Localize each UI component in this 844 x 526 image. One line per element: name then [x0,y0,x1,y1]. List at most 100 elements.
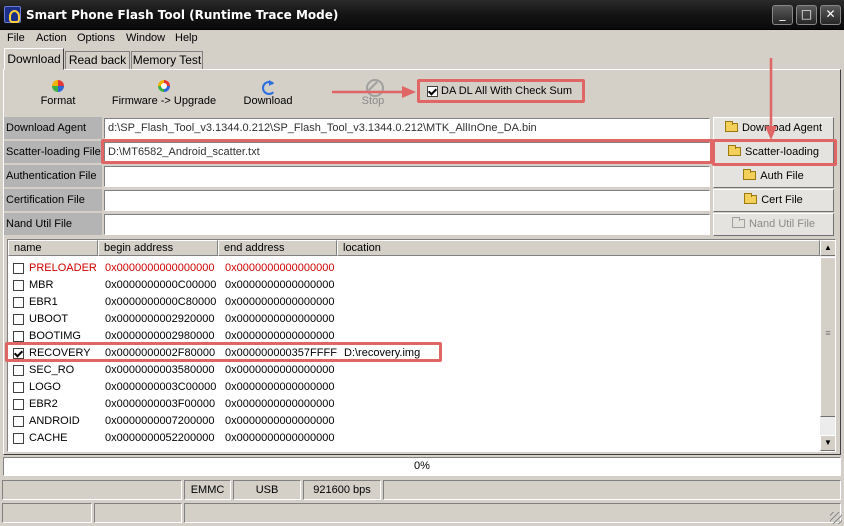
app-logo-icon [4,6,21,23]
row-checkbox[interactable] [13,399,24,410]
partition-name: EBR2 [29,398,58,410]
column-name[interactable]: name [8,240,98,256]
table-row[interactable]: RECOVERY 0x0000000002F80000 0x000000000357… [8,345,820,362]
scroll-thumb[interactable]: ≡ [820,257,835,417]
resize-grip-icon[interactable] [830,512,842,524]
tab-read-back[interactable]: Read back [65,51,130,69]
partition-name: ANDROID [29,415,80,427]
begin-address: 0x0000000002F80000 [105,347,216,359]
title-bar[interactable]: Smart Phone Flash Tool (Runtime Trace Mo… [0,0,844,30]
tab-memory-test[interactable]: Memory Test [131,51,203,69]
format-button[interactable]: Format [36,79,80,107]
download-agent-field[interactable]: d:\SP_Flash_Tool_v3.1344.0.212\SP_Flash_… [104,118,710,139]
scatter-loading-label: Scatter-loading File [4,141,102,163]
status-panel [383,480,841,500]
firmware-upgrade-label: Firmware -> Upgrade [111,95,217,107]
scroll-down-icon[interactable]: ▼ [820,435,835,451]
row-checkbox[interactable] [13,263,24,274]
download-button[interactable]: Download [240,79,296,107]
table-row[interactable]: UBOOT 0x0000000002920000 0x000000000000000… [8,311,820,328]
download-label: Download [243,95,293,107]
tab-download[interactable]: Download [4,48,64,70]
folder-icon [724,121,738,132]
progress-text: 0% [414,460,430,472]
partition-name: RECOVERY [29,347,91,359]
row-checkbox[interactable] [13,365,24,376]
table-row[interactable]: LOGO 0x0000000003C00000 0x0000000000000000 [8,379,820,396]
end-address: 0x0000000000000000 [225,313,335,325]
cert-file-button[interactable]: Cert File [713,189,834,212]
row-checkbox[interactable] [13,416,24,427]
row-checkbox[interactable] [13,314,24,325]
end-address: 0x000000000357FFFF [225,347,337,359]
partition-name: LOGO [29,381,61,393]
status-panel [2,480,182,500]
partition-name: MBR [29,279,54,291]
row-checkbox[interactable] [13,433,24,444]
list-header: name begin address end address location [8,240,820,256]
begin-address: 0x0000000002920000 [105,313,215,325]
format-icon [51,79,65,93]
scroll-up-icon[interactable]: ▲ [820,240,835,256]
status-panel [184,503,841,523]
menu-window[interactable]: Window [126,32,165,44]
progress-bar: 0% [3,457,841,476]
row-checkbox[interactable] [13,331,24,342]
partition-name: EBR1 [29,296,58,308]
begin-address: 0x0000000000000000 [105,262,215,274]
begin-address: 0x0000000002980000 [105,330,215,342]
auth-file-field[interactable] [104,166,710,187]
nand-util-button[interactable]: Nand Util File [713,213,834,236]
column-end-address[interactable]: end address [218,240,337,256]
auth-file-button[interactable]: Auth File [713,165,834,188]
partition-name: SEC_RO [29,364,75,376]
end-address: 0x0000000000000000 [225,398,335,410]
download-agent-button[interactable]: Download Agent [713,117,834,140]
folder-icon [728,145,741,156]
table-row[interactable]: SEC_RO 0x0000000003580000 0x00000000000000… [8,362,820,379]
status-baud: 921600 bps [303,480,381,500]
scatter-loading-field[interactable]: D:\MT6582_Android_scatter.txt [104,142,710,163]
column-location[interactable]: location [337,240,820,256]
firmware-upgrade-button[interactable]: Firmware -> Upgrade [110,79,218,107]
end-address: 0x0000000000000000 [225,432,335,444]
auth-file-label: Authentication File [4,165,102,187]
menu-options[interactable]: Options [77,32,115,44]
row-checkbox[interactable] [13,280,24,291]
table-row[interactable]: PRELOADER 0x0000000000000000 0x00000000000… [8,260,820,277]
partition-list[interactable]: name begin address end address location … [7,239,836,452]
nand-util-field[interactable] [104,214,710,235]
row-checkbox[interactable] [13,348,24,359]
minimize-button[interactable]: _ [772,5,793,25]
table-row[interactable]: EBR2 0x0000000003F00000 0x0000000000000000 [8,396,820,413]
column-begin-address[interactable]: begin address [98,240,218,256]
scatter-loading-button[interactable]: Scatter-loading [713,141,834,164]
menu-help[interactable]: Help [175,32,198,44]
end-address: 0x0000000000000000 [225,415,335,427]
begin-address: 0x0000000003C00000 [105,381,217,393]
table-row[interactable]: CACHE 0x0000000052200000 0x000000000000000… [8,430,820,447]
checksum-highlight: DA DL All With Check Sum [417,79,585,103]
menu-file[interactable]: File [7,32,25,44]
list-scrollbar[interactable]: ▲ ≡ ▼ [820,240,835,451]
checksum-checkbox[interactable] [427,85,438,97]
firmware-upgrade-icon [157,79,171,93]
tab-strip: Download Read back Memory Test [3,48,841,70]
maximize-button[interactable]: □ [796,5,817,25]
menu-action[interactable]: Action [36,32,67,44]
status-bar: EMMC USB 921600 bps [0,480,844,502]
status-bar-secondary [0,503,844,526]
stop-button[interactable]: Stop [356,79,390,107]
table-row[interactable]: BOOTIMG 0x0000000002980000 0x0000000000000… [8,328,820,345]
table-row[interactable]: ANDROID 0x0000000007200000 0x0000000000000… [8,413,820,430]
checksum-option[interactable]: DA DL All With Check Sum [427,85,572,97]
row-checkbox[interactable] [13,297,24,308]
row-checkbox[interactable] [13,382,24,393]
cert-file-field[interactable] [104,190,710,211]
end-address: 0x0000000000000000 [225,381,335,393]
status-panel [2,503,92,523]
table-row[interactable]: MBR 0x0000000000C00000 0x0000000000000000 [8,277,820,294]
close-button[interactable]: ✕ [820,5,841,25]
table-row[interactable]: EBR1 0x0000000000C80000 0x0000000000000000 [8,294,820,311]
scatter-loading-button-label: Scatter-loading [745,146,819,158]
